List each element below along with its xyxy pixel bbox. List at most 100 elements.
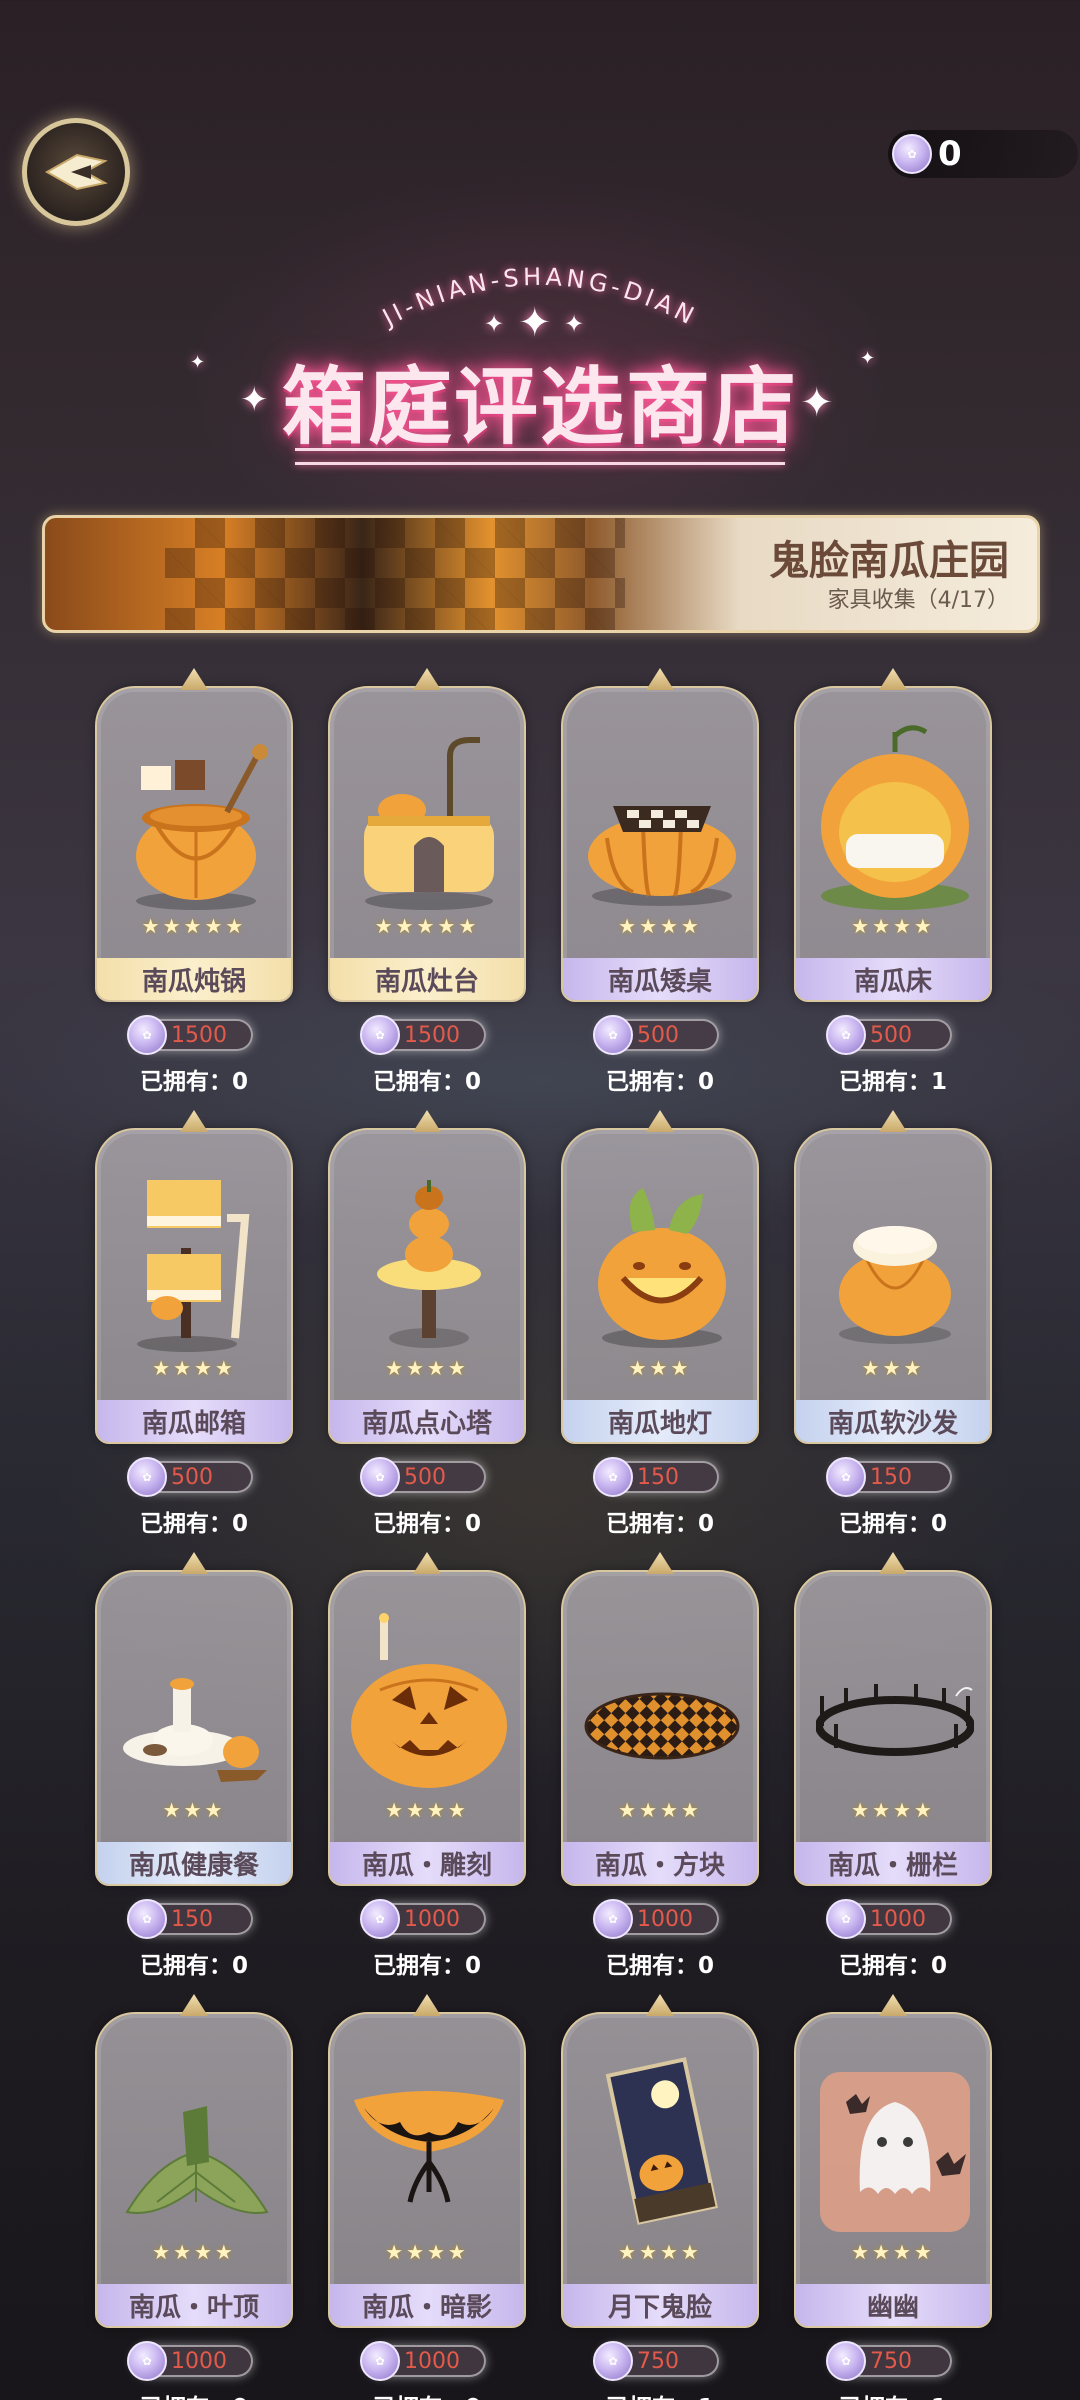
owned-label: 已拥有： bbox=[139, 1953, 232, 1979]
owned-label: 已拥有： bbox=[839, 2395, 931, 2400]
item-name: 南瓜健康餐 bbox=[97, 1842, 291, 1884]
flower-coin-icon bbox=[360, 1015, 400, 1055]
rarity-stars: ★★★★ bbox=[851, 2240, 935, 2264]
price-tag: 150 bbox=[127, 1899, 253, 1939]
shop-item-card[interactable]: ★★★★ 南瓜・叶顶 bbox=[95, 2012, 293, 2328]
owned-count: 已拥有：0 bbox=[794, 1504, 992, 1538]
owned-value: 0 bbox=[232, 2395, 248, 2400]
rarity-stars: ★★★★ bbox=[385, 1798, 469, 1822]
item-art-fence bbox=[815, 1600, 975, 1800]
price-tag: 750 bbox=[826, 2341, 952, 2381]
item-art-lamp bbox=[583, 1158, 741, 1358]
flower-coin-icon bbox=[593, 1457, 633, 1497]
rarity-stars: ★★★★ bbox=[385, 2240, 469, 2264]
shop-item-card[interactable]: ★★★★ 南瓜・栅栏 bbox=[794, 1570, 992, 1886]
price-tag: 150 bbox=[826, 1457, 952, 1497]
shop-item-card[interactable]: ★★★★★ 南瓜灶台 bbox=[328, 686, 526, 1002]
owned-count: 已拥有：0 bbox=[328, 2388, 526, 2400]
shop-item-card[interactable]: ★★★ 南瓜软沙发 bbox=[794, 1128, 992, 1444]
owned-value: 0 bbox=[697, 1953, 714, 1979]
flower-coin-icon bbox=[826, 2341, 866, 2381]
rarity-stars: ★★★ bbox=[861, 1356, 925, 1380]
item-name: 南瓜・叶顶 bbox=[97, 2284, 291, 2326]
shop-item-card[interactable]: ★★★★ 南瓜・雕刻 bbox=[328, 1570, 526, 1886]
item-art-mailbox bbox=[117, 1158, 275, 1358]
owned-value: 1 bbox=[930, 1069, 947, 1095]
price-value: 750 bbox=[870, 2348, 912, 2374]
price-value: 500 bbox=[404, 1464, 446, 1490]
item-art-shadow bbox=[350, 2042, 508, 2242]
rarity-stars: ★★★★ bbox=[618, 2240, 702, 2264]
flower-coin-icon bbox=[593, 1015, 633, 1055]
price-value: 150 bbox=[171, 1906, 213, 1932]
price-tag: 1000 bbox=[360, 1899, 486, 1939]
owned-count: 已拥有：0 bbox=[328, 1062, 526, 1096]
owned-count: 已拥有：1 bbox=[794, 1062, 992, 1096]
price-value: 500 bbox=[637, 1022, 679, 1048]
price-tag: 1000 bbox=[826, 1899, 952, 1939]
item-name: 南瓜点心塔 bbox=[330, 1400, 524, 1442]
owned-count: 已拥有：1 bbox=[561, 2388, 759, 2400]
shop-item-card[interactable]: ★★★★ 幽幽 bbox=[794, 2012, 992, 2328]
item-name: 南瓜软沙发 bbox=[796, 1400, 990, 1442]
shop-item-card[interactable]: ★★★★ 南瓜点心塔 bbox=[328, 1128, 526, 1444]
rarity-stars: ★★★★ bbox=[618, 1798, 702, 1822]
rarity-stars: ★★★ bbox=[162, 1798, 226, 1822]
shop-item-card[interactable]: ★★★★ 南瓜床 bbox=[794, 686, 992, 1002]
shop-item-card[interactable]: ★★★★ 南瓜・方块 bbox=[561, 1570, 759, 1886]
shop-item-card[interactable]: ★★★★ 南瓜・暗影 bbox=[328, 2012, 526, 2328]
shop-item-card[interactable]: ★★★★ 南瓜邮箱 bbox=[95, 1128, 293, 1444]
owned-value: 1 bbox=[698, 2395, 714, 2400]
owned-count: 已拥有：0 bbox=[328, 1504, 526, 1538]
item-art-table bbox=[583, 716, 741, 916]
rarity-stars: ★★★★ bbox=[152, 1356, 236, 1380]
rarity-stars: ★★★★★ bbox=[374, 914, 480, 938]
owned-label: 已拥有： bbox=[372, 1953, 465, 1979]
shop-item-card[interactable]: ★★★★★ 南瓜炖锅 bbox=[95, 686, 293, 1002]
flower-coin-icon bbox=[127, 1899, 167, 1939]
shop-item-card[interactable]: ★★★★ 南瓜矮桌 bbox=[561, 686, 759, 1002]
owned-count: 已拥有：0 bbox=[95, 1062, 293, 1096]
owned-value: 0 bbox=[930, 1511, 947, 1537]
flower-coin-icon bbox=[593, 1899, 633, 1939]
owned-label: 已拥有： bbox=[139, 1511, 232, 1537]
price-tag: 500 bbox=[826, 1015, 952, 1055]
owned-label: 已拥有： bbox=[372, 1511, 465, 1537]
item-art-ghost bbox=[816, 2042, 974, 2242]
flower-coin-icon bbox=[127, 2341, 167, 2381]
owned-label: 已拥有： bbox=[606, 2395, 698, 2400]
item-name: 月下鬼脸 bbox=[563, 2284, 757, 2326]
shop-item-card[interactable]: ★★★ 南瓜健康餐 bbox=[95, 1570, 293, 1886]
owned-label: 已拥有： bbox=[139, 1069, 232, 1095]
owned-label: 已拥有： bbox=[605, 1069, 698, 1095]
owned-value: 0 bbox=[231, 1511, 248, 1537]
price-tag: 750 bbox=[593, 2341, 719, 2381]
owned-value: 0 bbox=[464, 1953, 481, 1979]
price-value: 1000 bbox=[404, 2348, 460, 2374]
item-art-floor bbox=[583, 1600, 741, 1800]
price-value: 500 bbox=[870, 1022, 912, 1048]
price-tag: 500 bbox=[127, 1457, 253, 1497]
item-art-sofa bbox=[816, 1158, 974, 1358]
item-art-stove bbox=[350, 716, 508, 916]
owned-value: 0 bbox=[930, 1953, 947, 1979]
price-value: 750 bbox=[637, 2348, 679, 2374]
owned-value: 0 bbox=[231, 1069, 248, 1095]
item-art-moon-card bbox=[583, 2042, 741, 2242]
item-name: 南瓜床 bbox=[796, 958, 990, 1000]
shop-item-card[interactable]: ★★★ 南瓜地灯 bbox=[561, 1128, 759, 1444]
flower-coin-icon bbox=[360, 1457, 400, 1497]
flower-coin-icon bbox=[826, 1899, 866, 1939]
price-value: 150 bbox=[870, 1464, 912, 1490]
owned-label: 已拥有： bbox=[373, 2395, 465, 2400]
flower-coin-icon bbox=[826, 1457, 866, 1497]
price-tag: 150 bbox=[593, 1457, 719, 1497]
owned-count: 已拥有：0 bbox=[561, 1946, 759, 1980]
price-tag: 1000 bbox=[127, 2341, 253, 2381]
shop-item-card[interactable]: ★★★★ 月下鬼脸 bbox=[561, 2012, 759, 2328]
price-tag: 1000 bbox=[593, 1899, 719, 1939]
owned-count: 已拥有：0 bbox=[328, 1946, 526, 1980]
item-name: 幽幽 bbox=[796, 2284, 990, 2326]
price-value: 150 bbox=[637, 1464, 679, 1490]
item-art-leaf-roof bbox=[117, 2042, 275, 2242]
